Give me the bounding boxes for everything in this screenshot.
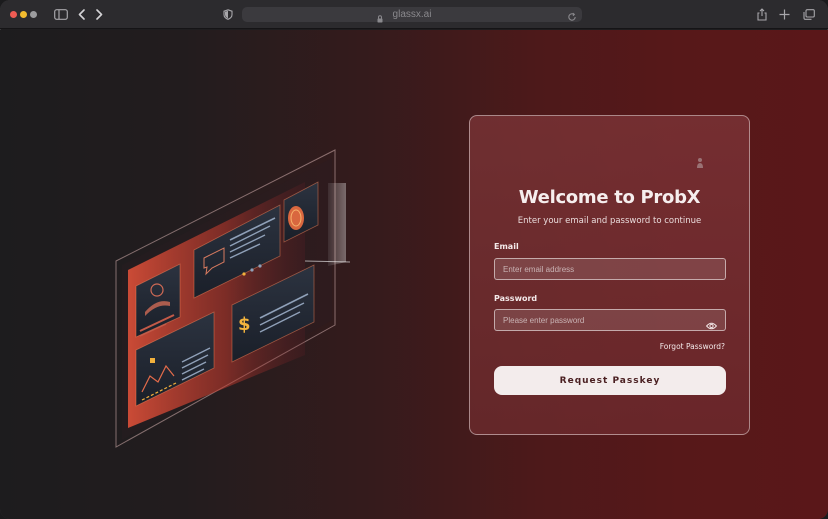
login-card: Welcome to ProbX Enter your email and pa… <box>469 115 750 435</box>
tabs-icon[interactable] <box>802 7 815 22</box>
login-title: Welcome to ProbX <box>518 187 701 208</box>
new-tab-icon[interactable] <box>778 7 790 22</box>
person-icon <box>696 156 704 174</box>
browser-toolbar: glassx.ai <box>0 0 828 29</box>
email-label: Email <box>494 242 519 251</box>
browser-window: glassx.ai $ Welcome to ProbX Enter your … <box>0 0 828 519</box>
minimize-window-button[interactable] <box>20 11 27 18</box>
forgot-password-link[interactable]: Forgot Password? <box>660 342 725 351</box>
eye-icon[interactable] <box>705 317 718 335</box>
password-label: Password <box>494 294 538 303</box>
dashboard-illustration: $ <box>115 149 351 448</box>
password-input[interactable] <box>494 309 726 331</box>
reload-icon[interactable] <box>567 9 577 27</box>
request-passkey-button[interactable]: Request Passkey <box>494 366 726 395</box>
back-icon[interactable] <box>76 7 86 22</box>
page: $ Welcome to ProbX Enter your email and … <box>0 30 828 519</box>
address-bar[interactable]: glassx.ai <box>242 7 582 23</box>
login-subtitle: Enter your email and password to continu… <box>517 216 702 226</box>
forward-icon[interactable] <box>94 7 104 22</box>
share-icon[interactable] <box>756 7 768 22</box>
sidebar-icon[interactable] <box>53 7 69 22</box>
shield-icon[interactable] <box>222 7 234 22</box>
email-input[interactable] <box>494 258 726 280</box>
zoom-window-button[interactable] <box>30 11 37 18</box>
close-window-button[interactable] <box>10 11 17 18</box>
svg-text:$: $ <box>238 314 251 335</box>
url-text: glassx.ai <box>392 9 432 20</box>
